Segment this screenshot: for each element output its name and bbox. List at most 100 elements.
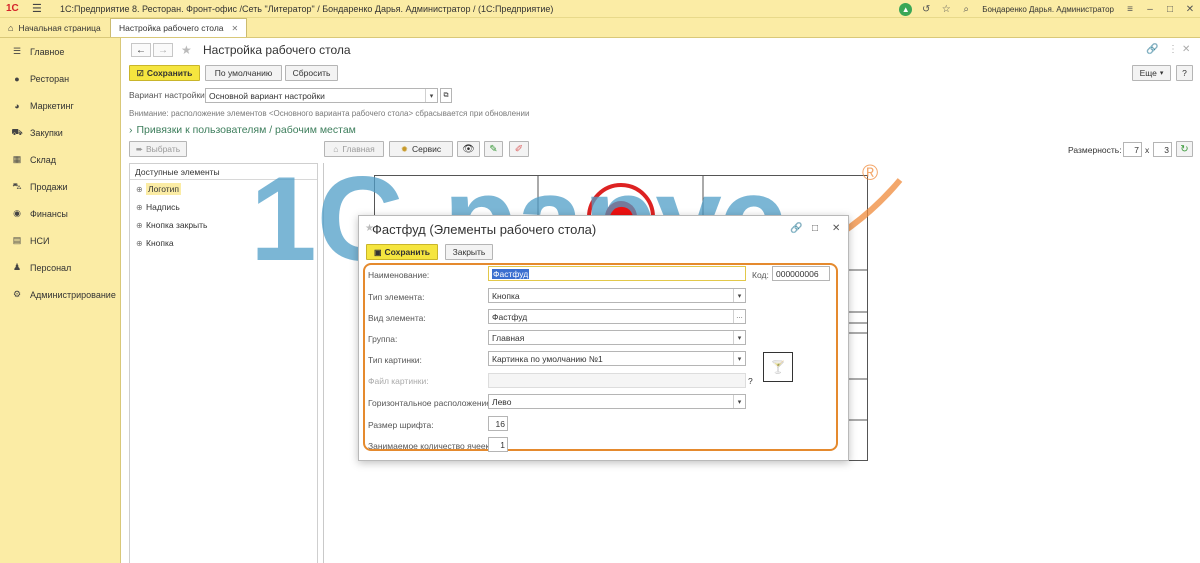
favorite-star-icon[interactable]: ★ bbox=[181, 43, 192, 57]
sidebar-item-purchases[interactable]: ⛟ Закупки bbox=[0, 119, 120, 146]
chevron-down-icon[interactable]: ▾ bbox=[733, 395, 745, 408]
home-group-button[interactable]: ⌂ Главная bbox=[324, 141, 384, 157]
home-icon: ⌂ bbox=[8, 22, 14, 33]
sidebar-item-label: Маркетинг bbox=[30, 100, 74, 111]
more-button[interactable]: Еще ▾ bbox=[1132, 65, 1171, 81]
coin-icon: ◉ bbox=[13, 208, 21, 218]
home-icon: ⌂ bbox=[333, 144, 339, 154]
chevron-down-icon[interactable]: ▾ bbox=[425, 89, 437, 102]
sidebar-item-label: Финансы bbox=[30, 208, 68, 219]
type-select[interactable]: Кнопка ▾ bbox=[488, 288, 746, 303]
forward-button[interactable]: → bbox=[153, 43, 173, 57]
choose-button-label: Выбрать bbox=[145, 144, 181, 154]
close-form-icon[interactable]: ✕ bbox=[1182, 44, 1190, 55]
maximize-icon[interactable]: □ bbox=[812, 223, 818, 234]
open-variant-icon[interactable]: ⧉ bbox=[440, 88, 452, 103]
sidebar-item-main[interactable]: ☰ Главное bbox=[0, 38, 120, 65]
chevron-down-icon[interactable]: ▾ bbox=[733, 352, 745, 365]
edit-button[interactable]: ✎ bbox=[484, 141, 503, 157]
sidebar-item-label: Ресторан bbox=[30, 73, 70, 84]
user-name[interactable]: Бондаренко Дарья. Администратор bbox=[982, 5, 1114, 14]
history-icon[interactable]: ↺ bbox=[916, 4, 936, 15]
kind-select[interactable]: Фастфуд … bbox=[488, 309, 746, 324]
minimize-icon[interactable]: – bbox=[1140, 4, 1160, 15]
warning-text: Внимание: расположение элементов <Основн… bbox=[129, 109, 530, 118]
link-icon[interactable]: 🔗 bbox=[790, 223, 802, 234]
select-dots-icon[interactable]: … bbox=[733, 310, 745, 323]
group-select[interactable]: Главная ▾ bbox=[488, 330, 746, 345]
sidebar-item-sales[interactable]: ⛍ Продажи bbox=[0, 173, 120, 200]
variant-select[interactable]: Основной вариант настройки ▾ bbox=[205, 88, 438, 103]
refresh-icon: ↻ bbox=[1180, 143, 1189, 155]
floppy-icon: ▣ bbox=[373, 247, 382, 257]
name-label: Наименование: bbox=[368, 270, 430, 280]
search-icon[interactable]: ⌕ bbox=[956, 4, 976, 15]
more-vert-icon[interactable]: ⋮ bbox=[1168, 44, 1178, 55]
back-button[interactable]: ← bbox=[131, 43, 151, 57]
delete-button[interactable]: ✐ bbox=[509, 141, 529, 157]
star-icon[interactable]: ☆ bbox=[936, 4, 956, 15]
font-size-label: Размер шрифта: bbox=[368, 420, 434, 430]
gear-icon: ⚙ bbox=[12, 289, 22, 299]
cells-input[interactable]: 1 bbox=[488, 437, 508, 452]
halign-select[interactable]: Лево ▾ bbox=[488, 394, 746, 409]
settings-menu-icon[interactable]: ≡ bbox=[1120, 4, 1140, 15]
font-size-input[interactable]: 16 bbox=[488, 416, 508, 431]
arrow-right-icon: ➨ bbox=[135, 143, 143, 154]
pic-type-select[interactable]: Картинка по умолчанию №1 ▾ bbox=[488, 351, 746, 366]
person-icon: ● bbox=[14, 73, 20, 84]
name-input[interactable]: Фастфуд bbox=[488, 266, 746, 281]
kind-value: Фастфуд bbox=[492, 311, 528, 322]
sidebar-item-label: Продажи bbox=[30, 181, 68, 192]
bindings-link[interactable]: › Привязки к пользователям / рабочим мест… bbox=[129, 124, 356, 136]
tab-home[interactable]: ⌂ Начальная страница bbox=[0, 18, 110, 37]
service-button[interactable]: ✹ Сервис bbox=[389, 141, 453, 157]
sidebar-item-warehouse[interactable]: ▦ Склад bbox=[0, 146, 120, 173]
maximize-icon[interactable]: □ bbox=[1160, 4, 1180, 15]
variant-label: Вариант настройки: bbox=[129, 90, 208, 100]
sidebar-item-nsi[interactable]: ▤ НСИ bbox=[0, 227, 120, 254]
refresh-button[interactable]: ↻ bbox=[1176, 141, 1193, 157]
expand-icon[interactable]: ⊕ bbox=[136, 239, 146, 248]
chevron-down-icon[interactable]: ▾ bbox=[733, 331, 745, 344]
choose-button[interactable]: ➨ Выбрать bbox=[129, 141, 187, 157]
save-button[interactable]: ☑ Сохранить bbox=[129, 65, 200, 81]
default-button[interactable]: По умолчанию bbox=[205, 65, 282, 81]
close-tab-icon[interactable]: ✕ bbox=[232, 24, 239, 33]
menu-icon[interactable]: ☰ bbox=[32, 2, 46, 15]
size-cols-input[interactable]: 7 bbox=[1123, 142, 1142, 157]
sidebar-item-label: Персонал bbox=[30, 262, 72, 273]
help-button[interactable]: ? bbox=[1176, 65, 1193, 81]
sidebar-item-finance[interactable]: ◉ Финансы bbox=[0, 200, 120, 227]
available-item-label: Надпись bbox=[146, 202, 180, 212]
dialog-close-button[interactable]: Закрыть bbox=[445, 244, 493, 260]
expand-icon[interactable]: ⊕ bbox=[136, 185, 146, 194]
notification-icon[interactable]: ▲ bbox=[899, 2, 913, 16]
pic-file-input[interactable] bbox=[488, 373, 746, 388]
app-logo: 1С bbox=[6, 3, 19, 14]
help-q[interactable]: ? bbox=[748, 376, 753, 386]
sidebar-item-marketing[interactable]: ◕ Маркетинг bbox=[0, 92, 120, 119]
link-icon[interactable]: 🔗 bbox=[1146, 44, 1158, 55]
reset-button[interactable]: Сбросить bbox=[285, 65, 338, 81]
pic-type-value: Картинка по умолчанию №1 bbox=[492, 353, 603, 364]
close-window-icon[interactable]: ✕ bbox=[1180, 4, 1200, 15]
sidebar-item-personnel[interactable]: ♟ Персонал bbox=[0, 254, 120, 281]
dialog-save-button[interactable]: ▣ Сохранить bbox=[366, 244, 438, 260]
menu-icon: ☰ bbox=[12, 46, 22, 56]
size-rows-input[interactable]: 3 bbox=[1153, 142, 1172, 157]
sidebar-item-admin[interactable]: ⚙ Администрирование bbox=[0, 281, 120, 308]
expand-icon[interactable]: ⊕ bbox=[136, 221, 146, 230]
expand-icon[interactable]: ⊕ bbox=[136, 203, 146, 212]
name-value: Фастфуд bbox=[492, 268, 530, 279]
tab-desktop-settings[interactable]: Настройка рабочего стола ✕ bbox=[110, 18, 248, 37]
variant-value: Основной вариант настройки bbox=[209, 90, 325, 101]
sidebar-item-restaurant[interactable]: ● Ресторан bbox=[0, 65, 120, 92]
type-label: Тип элемента: bbox=[368, 292, 425, 302]
cells-label: Занимаемое количество ячеек: bbox=[368, 441, 492, 451]
close-icon[interactable]: ✕ bbox=[832, 223, 840, 234]
code-input[interactable]: 000000006 bbox=[772, 266, 830, 281]
size-label: Размерность: bbox=[1068, 145, 1122, 155]
chevron-down-icon[interactable]: ▾ bbox=[733, 289, 745, 302]
preview-eye-button[interactable]: 👁 bbox=[457, 141, 480, 157]
